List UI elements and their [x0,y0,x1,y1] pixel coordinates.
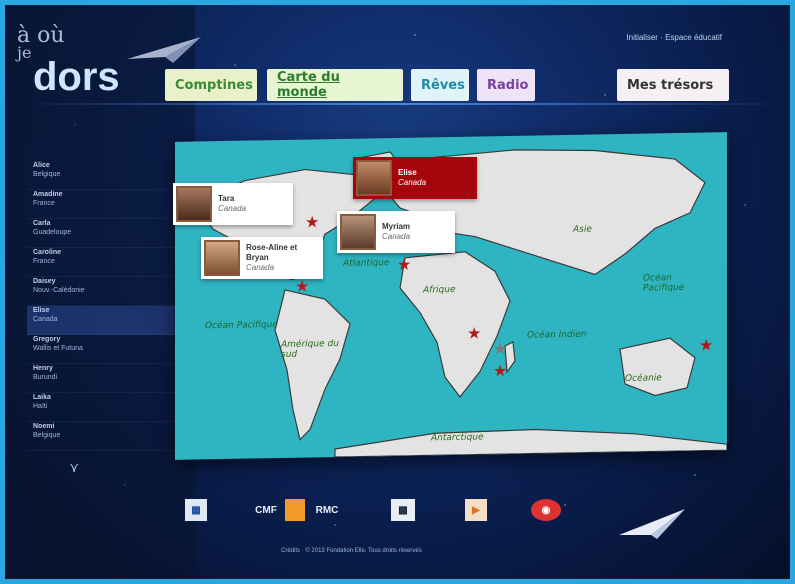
partner-logo-rmc[interactable]: RMC [309,499,345,521]
tab-reves[interactable]: Rêves [411,69,469,101]
partner-logo-icon[interactable]: ▦ [185,499,207,521]
credits-text[interactable]: Crédits · © 2013 Fondation Elle. Tous dr… [281,548,422,554]
list-item[interactable]: Henry Burundi [27,364,177,393]
list-item[interactable]: Amadine France [27,190,177,219]
tab-mes-tresors[interactable]: Mes trésors [617,69,729,101]
south-america [274,289,351,441]
ocean-label: Océan Indien [527,329,587,341]
list-item[interactable]: Alice Belgique [27,161,177,190]
list-item[interactable]: Caroline France [27,248,177,277]
paper-plane-icon [127,37,201,63]
card-name: Rose-Aline et Bryan [246,243,298,262]
child-name: Henry [33,365,53,372]
tab-carte-du-monde[interactable]: Carte du monde [267,69,403,101]
ocean-label: Océan Pacifique [643,273,685,294]
child-list: Alice Belgique Amadine France Carla Guadelo… [27,161,177,476]
child-place: Canada [33,316,58,323]
profile-card-selected[interactable]: Elise Canada [353,157,477,199]
child-place: Wallis et Futuna [33,345,83,352]
australia [619,337,696,397]
list-item[interactable]: Carla Guadeloupe [27,219,177,248]
profile-card[interactable]: Rose-Aline et Bryan Canada [201,237,323,279]
site-logo[interactable]: à où je dors [17,23,120,99]
location-star-icon[interactable]: ★ [397,257,411,274]
location-star-icon[interactable]: ★ [305,214,319,231]
child-name: Daisey [33,278,56,285]
continent-label: Amérique du sud [281,338,339,360]
card-place: Canada [382,232,411,241]
logo-line2: je [17,43,32,62]
avatar [176,186,212,222]
location-star-icon[interactable]: ★ [493,341,507,358]
child-name: Noemi [33,423,55,430]
card-name: Tara [218,194,235,203]
paper-plane-icon [619,509,685,539]
list-item-active[interactable]: Elise Canada [27,306,177,335]
list-item[interactable]: Noemi Belgique [27,422,177,451]
child-name: Caroline [33,249,62,256]
child-place: Haïti [33,403,48,410]
location-star-icon[interactable]: ★ [493,363,507,380]
chevron-double-down-icon[interactable]: ⋎ [69,459,177,476]
app-frame: à où je dors Initialiser · Espace éducat… [0,0,795,584]
ocean-label: Atlantique [343,258,390,269]
tab-radio[interactable]: Radio [477,69,535,101]
logo-line3: dors [33,55,120,99]
location-star-icon[interactable]: ★ [467,325,481,342]
child-place: Belgique [33,171,61,178]
nav-divider [19,103,787,105]
partner-logo-icon[interactable]: ◉ [531,499,561,521]
header-links[interactable]: Initialiser · Espace éducatif [626,33,722,42]
partner-logo-square[interactable] [285,499,305,521]
child-name: Amadine [33,191,63,198]
card-place: Canada [246,263,275,272]
child-place: Burundi [33,374,58,381]
avatar [204,240,240,276]
child-name: Gregory [33,336,61,343]
antarctica [334,428,727,458]
profile-card[interactable]: Myriam Canada [337,211,455,253]
card-place: Canada [398,178,427,187]
tab-comptines[interactable]: Comptines [165,69,257,101]
child-name: Elise [33,307,50,314]
partner-logo-cmf[interactable]: CMF [251,499,281,521]
location-star-icon[interactable]: ★ [295,278,309,295]
profile-card[interactable]: Tara Canada [173,183,293,225]
child-place: France [33,258,55,265]
continent-label: Antarctique [431,432,484,444]
list-item[interactable]: Gregory Wallis et Futuna [27,335,177,364]
location-star-icon[interactable]: ★ [699,337,713,354]
ocean-label: Océan Pacifique [205,320,278,332]
partner-logo-icon[interactable]: ▩ [391,499,415,521]
list-item[interactable]: Daisey Nouv.-Calédonie [27,277,177,306]
child-place: Guadeloupe [33,229,72,236]
card-name: Elise [398,168,417,177]
child-name: Carla [33,220,51,227]
child-place: France [33,200,55,207]
list-item[interactable]: Laika Haïti [27,393,177,422]
avatar [340,214,376,250]
child-name: Laika [33,394,51,401]
avatar [356,160,392,196]
child-place: Belgique [33,432,61,439]
continent-label: Asie [573,224,592,235]
continent-label: Océanie [625,373,662,384]
child-place: Nouv.-Calédonie [33,287,85,294]
logo-line1: à où [17,23,65,48]
partner-logos: ▦ CMF RMC ▩ ▶ ◉ [185,499,585,525]
continent-label: Afrique [423,284,456,296]
card-name: Myriam [382,222,411,231]
partner-logo-icon[interactable]: ▶ [465,499,487,521]
child-name: Alice [33,162,50,169]
card-place: Canada [218,204,247,213]
